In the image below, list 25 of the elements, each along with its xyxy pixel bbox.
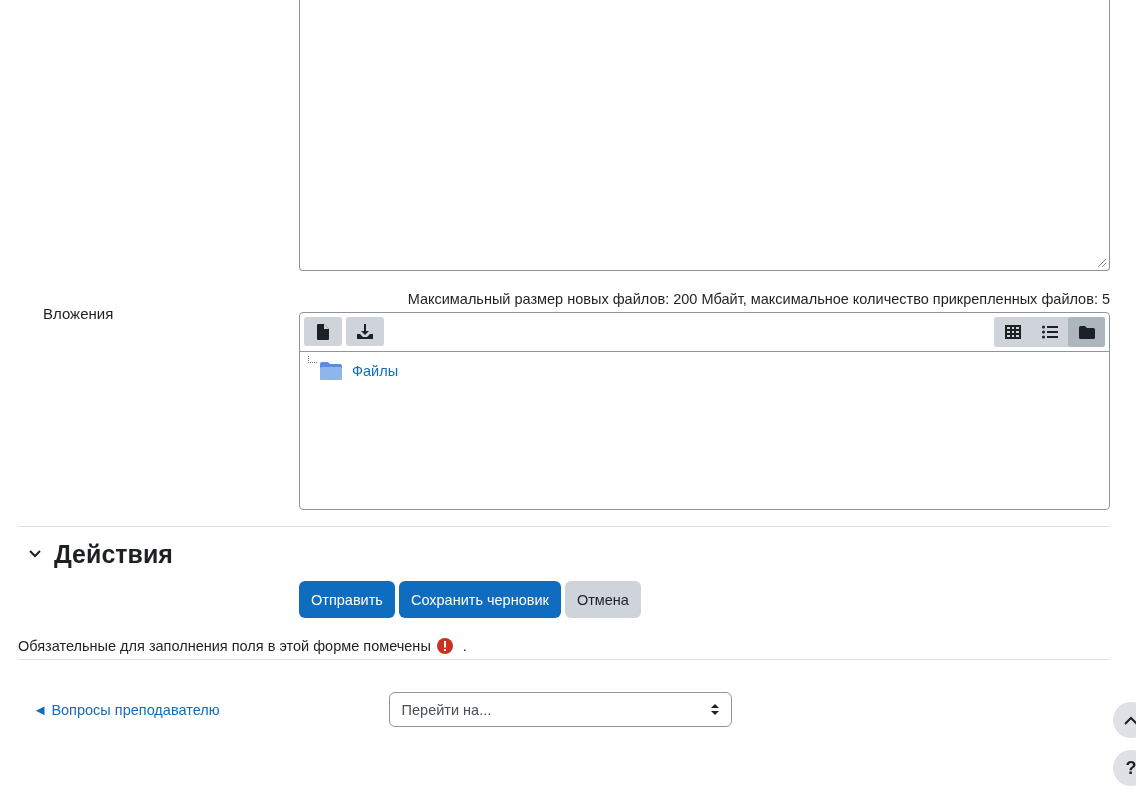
- file-icon: [317, 323, 329, 340]
- file-limits-text: Максимальный размер новых файлов: 200 Мбайт, максимальное количество прикрепленных файлов: 5: [406, 291, 1110, 307]
- exclamation-icon: [436, 638, 453, 654]
- help-button[interactable]: ?: [1113, 750, 1136, 786]
- jump-to-select[interactable]: Перейти на...: [388, 692, 732, 727]
- section-heading: Действия: [54, 539, 173, 569]
- folder-icon: [1078, 325, 1095, 339]
- form-button[interactable]: Отправить: [299, 581, 395, 618]
- form-button[interactable]: Сохранить черновик: [398, 581, 561, 618]
- field-label: Вложения: [42, 304, 115, 324]
- grid-icon: [1004, 325, 1021, 339]
- download-icon: [357, 324, 373, 339]
- list-icon: [1041, 325, 1058, 339]
- download-button[interactable]: [346, 317, 384, 346]
- punctuation-text: .: [462, 638, 467, 654]
- view-mode-button[interactable]: [1068, 317, 1105, 347]
- folder-link[interactable]: Файлы: [352, 363, 399, 379]
- add-file-button[interactable]: [304, 317, 342, 346]
- previous-activity-link[interactable]: ◄ Вопросы преподавателю: [33, 701, 220, 718]
- sort-arrows-icon: [710, 704, 719, 715]
- form-button[interactable]: Отмена: [564, 581, 641, 618]
- required-note: Обязательные для заполнения поля в этой форме помечены: [18, 638, 431, 654]
- resize-grip-icon: [1097, 258, 1107, 268]
- folder-icon: [320, 362, 342, 380]
- chevron-up-icon: [1124, 715, 1136, 725]
